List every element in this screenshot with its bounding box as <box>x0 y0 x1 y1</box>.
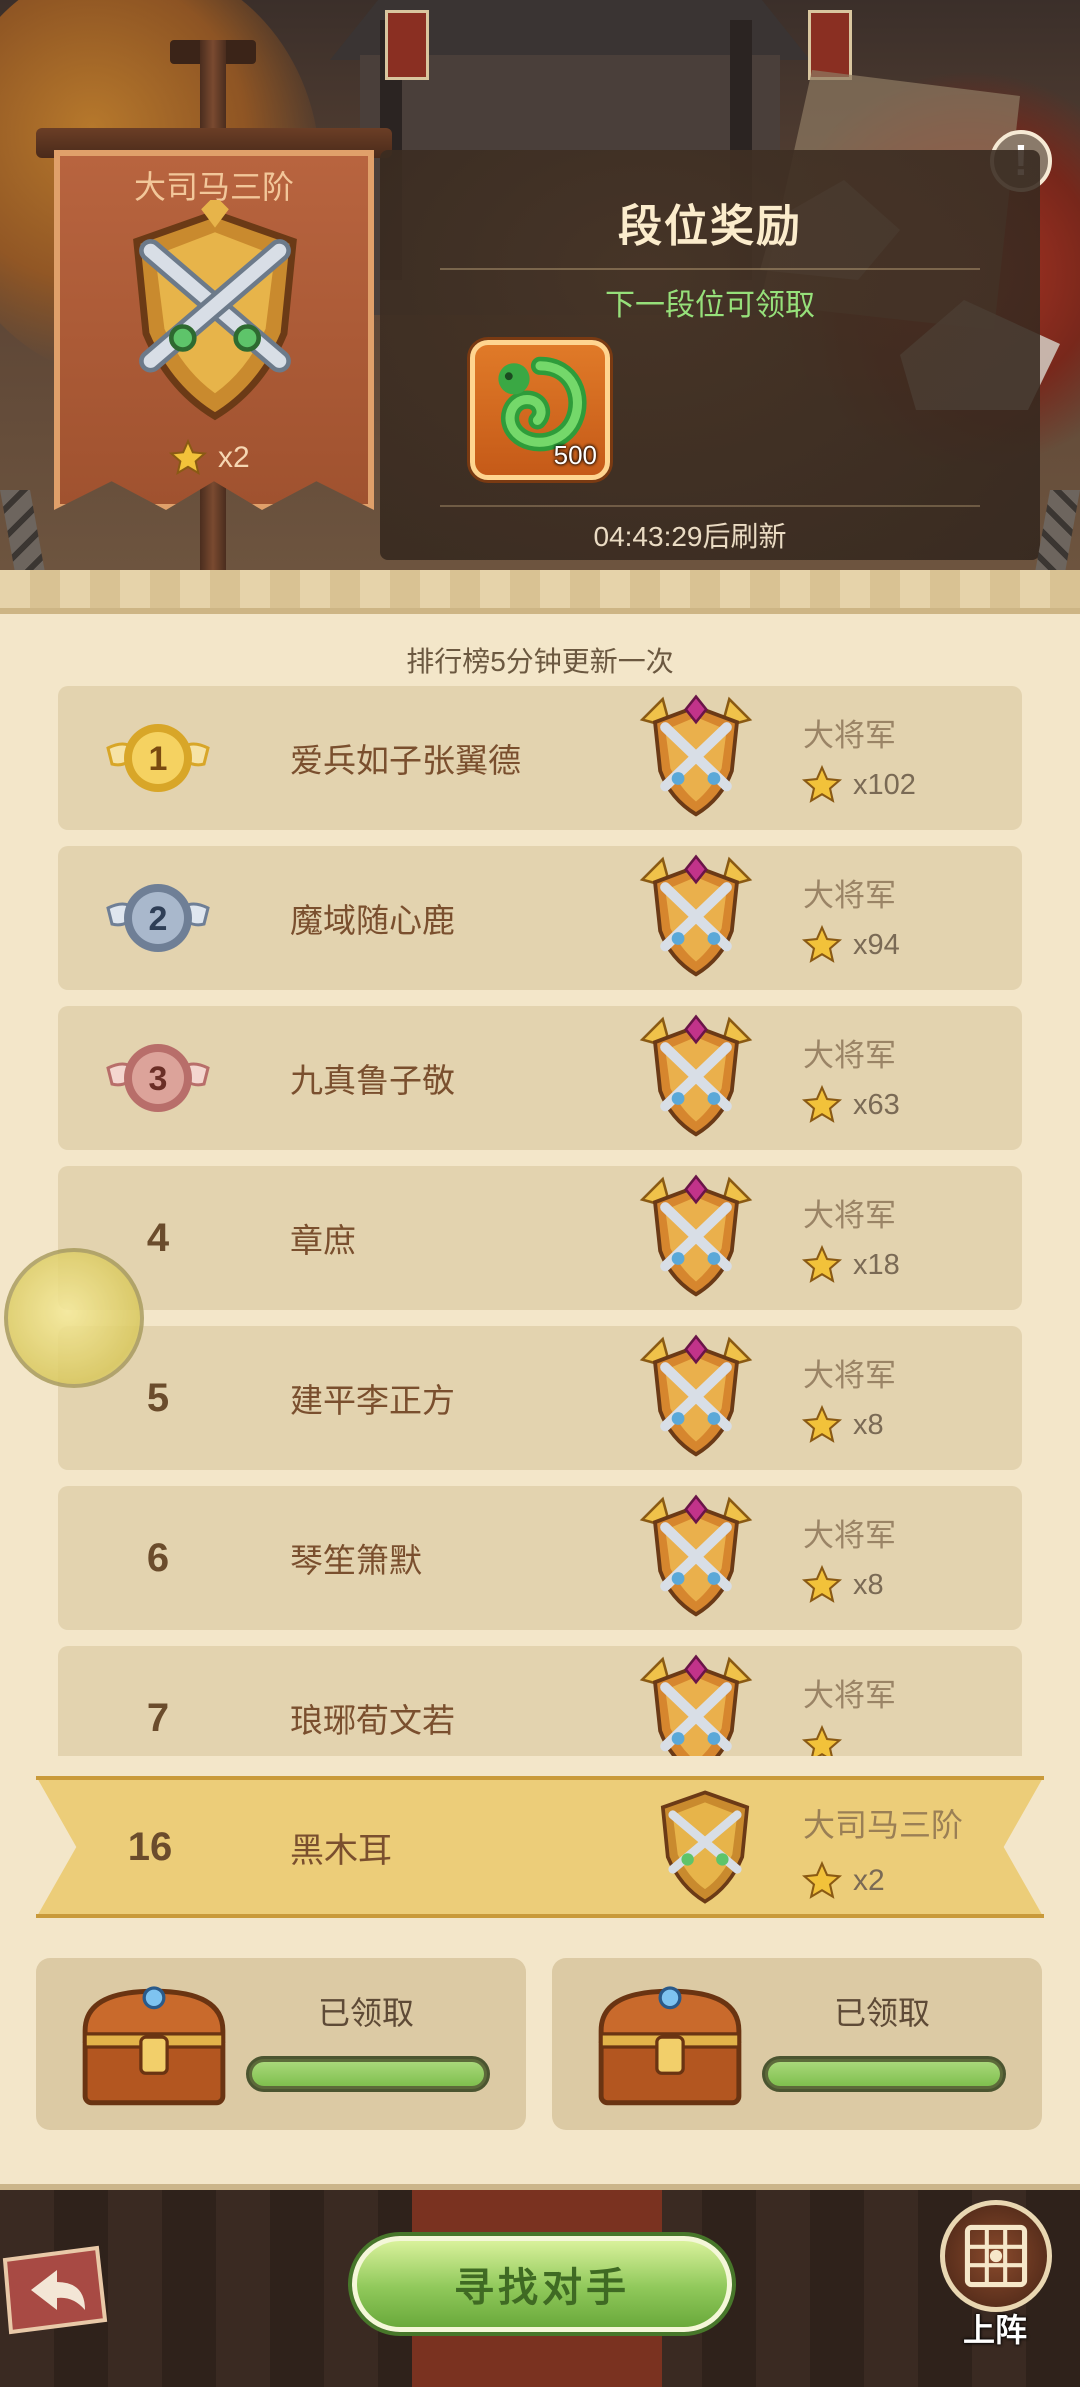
chest-progress-fill <box>768 2062 1000 2086</box>
rank-title: 大将军 <box>803 1358 896 1393</box>
star-count: x63 <box>801 1084 900 1126</box>
chest-reward-card[interactable]: 已领取 <box>36 1958 526 2130</box>
leaderboard-row[interactable]: 4 章庶 大将军 x18 <box>58 1166 1022 1310</box>
back-button[interactable] <box>0 2240 112 2340</box>
chest-reward-card[interactable]: 已领取 <box>552 1958 1042 2130</box>
star-icon <box>801 764 843 803</box>
star-count-text: x8 <box>853 1408 884 1441</box>
treasure-chest-icon <box>82 1986 226 2106</box>
chest-progress-bar <box>246 2056 490 2092</box>
rank-title: 大将军 <box>803 718 896 753</box>
general-rank-emblem-icon <box>628 1174 764 1302</box>
player-name: 琅琊荀文若 <box>290 1702 455 1739</box>
star-count-text: x102 <box>853 768 916 801</box>
find-opponent-button[interactable]: 寻找对手 <box>352 2236 732 2332</box>
star-count: x94 <box>801 924 900 966</box>
rank-title: 大将军 <box>803 1518 896 1553</box>
rank-number: 3 <box>149 1060 168 1098</box>
chest-progress-fill <box>252 2062 484 2086</box>
lantern-right <box>808 10 852 80</box>
banner-star-count: x2 <box>168 438 250 478</box>
reward-subtitle: 下一段位可领取 <box>605 289 815 322</box>
lantern-left <box>385 10 429 80</box>
rank-title: 大将军 <box>803 1198 896 1233</box>
reward-quantity: 500 <box>553 440 597 470</box>
rank-number: 6 <box>146 1535 170 1580</box>
rank-title: 大将军 <box>803 1678 896 1713</box>
panel-top-border <box>0 570 1080 614</box>
general-rank-emblem-icon <box>628 1334 764 1462</box>
player-name: 九真鲁子敬 <box>290 1062 455 1099</box>
divider <box>440 268 980 270</box>
star-count-text: x94 <box>853 928 900 961</box>
rank-medal-icon: 3 <box>106 1044 210 1112</box>
player-name: 魔域随心鹿 <box>290 902 455 939</box>
my-player-name: 黑木耳 <box>290 1831 392 1870</box>
rank-medal-icon: 1 <box>106 724 210 792</box>
leaderboard-row[interactable]: 2 魔域随心鹿 大将军 x94 <box>58 846 1022 990</box>
rank-emblem-icon <box>133 200 297 421</box>
my-star-count-text: x2 <box>853 1864 885 1897</box>
leaderboard-row[interactable]: 3 九真鲁子敬 大将军 x63 <box>58 1006 1022 1150</box>
rank-number: 1 <box>149 740 168 778</box>
star-count: x102 <box>801 764 916 806</box>
star-icon <box>801 1564 843 1603</box>
star-count-text: x63 <box>853 1088 900 1121</box>
leaderboard-update-note: 排行榜5分钟更新一次 <box>406 646 674 677</box>
my-rank-title: 大司马三阶 <box>803 1807 964 1843</box>
deploy-label: 上阵 <box>962 2312 1027 2348</box>
star-icon <box>801 924 843 963</box>
star-icon <box>801 1084 843 1123</box>
rank-emblem-icon <box>660 1790 750 1904</box>
treasure-chest-icon <box>598 1986 742 2106</box>
chest-claimed-label: 已领取 <box>833 1995 930 2031</box>
general-rank-emblem-icon <box>628 1014 764 1142</box>
player-name: 建平李正方 <box>290 1382 455 1419</box>
star-count: x8 <box>801 1404 884 1446</box>
star-count: x8 <box>801 1564 884 1606</box>
rank-title: 大将军 <box>803 878 896 913</box>
my-star-count: x2 <box>801 1860 885 1902</box>
reward-item-slot[interactable]: 500 <box>470 340 610 480</box>
star-icon <box>168 438 208 476</box>
star-count <box>801 1724 853 1756</box>
deploy-button[interactable] <box>940 2200 1052 2312</box>
leaderboard-row[interactable]: 7 琅琊荀文若 大将军 <box>58 1646 1022 1756</box>
chest-progress-bar <box>762 2056 1006 2092</box>
star-count-text: x8 <box>853 1568 884 1601</box>
star-icon <box>801 1860 843 1899</box>
player-name: 琴笙箫默 <box>290 1542 422 1579</box>
general-rank-emblem-icon <box>628 1654 764 1756</box>
my-rank-number: 16 <box>127 1824 173 1869</box>
star-icon <box>801 1404 843 1443</box>
star-icon <box>801 1244 843 1283</box>
leaderboard-row[interactable]: 1 爱兵如子张翼德 大将军 x102 <box>58 686 1022 830</box>
rank-medal-icon: 2 <box>106 884 210 952</box>
general-rank-emblem-icon <box>628 694 764 822</box>
banner-star-count-text: x2 <box>218 441 250 474</box>
star-count: x18 <box>801 1244 900 1286</box>
floating-assistant-icon[interactable] <box>4 1248 144 1388</box>
player-name: 爱兵如子张翼德 <box>290 742 521 779</box>
formation-grid-icon <box>964 2224 1028 2288</box>
reward-title: 段位奖励 <box>618 202 802 251</box>
general-rank-emblem-icon <box>628 854 764 982</box>
leaderboard-row[interactable]: 6 琴笙箫默 大将军 x8 <box>58 1486 1022 1630</box>
divider <box>440 505 980 507</box>
leaderboard-row[interactable]: 5 建平李正方 大将军 x8 <box>58 1326 1022 1470</box>
player-name: 章庶 <box>290 1222 356 1259</box>
rank-title: 大将军 <box>803 1038 896 1073</box>
panel-bottom-border <box>0 2150 1080 2190</box>
rank-number: 2 <box>149 900 168 938</box>
rank-number: 7 <box>146 1695 170 1740</box>
leaderboard-list[interactable]: 1 爱兵如子张翼德 大将军 x102 2 魔域随心鹿 大将军 x94 3 九真鲁子敬 大将军 x63 4… <box>58 686 1022 1756</box>
refresh-timer: 04:43:29后刷新 <box>593 521 787 552</box>
general-rank-emblem-icon <box>628 1494 764 1622</box>
star-icon <box>801 1724 843 1756</box>
chest-claimed-label: 已领取 <box>317 1995 414 2031</box>
star-count-text: x18 <box>853 1248 900 1281</box>
